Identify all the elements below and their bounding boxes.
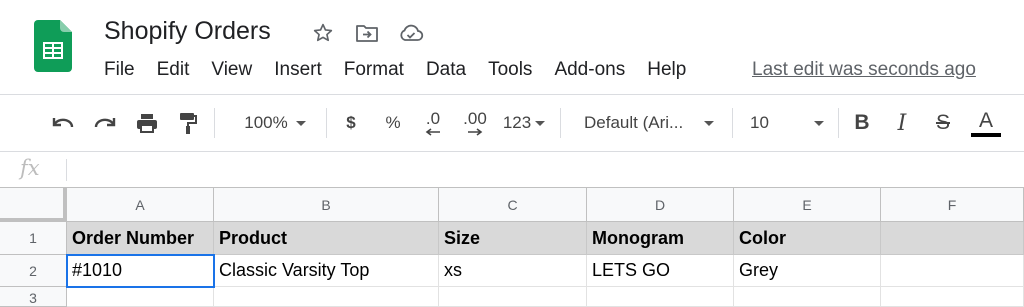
menu-tools[interactable]: Tools xyxy=(488,58,532,82)
currency-format-button[interactable]: $ xyxy=(338,95,364,151)
last-edit-link[interactable]: Last edit was seconds ago xyxy=(752,58,976,82)
formula-divider xyxy=(66,159,67,181)
column-header-c[interactable]: C xyxy=(439,188,587,222)
cell-f2[interactable] xyxy=(881,255,1024,287)
cell-d2[interactable]: LETS GO xyxy=(587,255,734,287)
font-size-select[interactable]: 10 xyxy=(742,95,832,151)
menu-view[interactable]: View xyxy=(211,58,252,82)
cell-f1[interactable] xyxy=(881,222,1024,255)
menu-bar: File Edit View Insert Format Data Tools … xyxy=(104,58,708,82)
text-color-label: A xyxy=(978,109,993,132)
toolbar-divider xyxy=(560,108,561,138)
cell-b1[interactable]: Product xyxy=(214,222,439,255)
zoom-value: 100% xyxy=(244,113,288,132)
column-header-f[interactable]: F xyxy=(881,188,1024,222)
more-formats-label: 123 xyxy=(502,113,532,132)
menu-help[interactable]: Help xyxy=(647,58,686,82)
cell-c2[interactable]: xs xyxy=(439,255,587,287)
select-all-corner[interactable] xyxy=(0,188,67,222)
percent-format-button[interactable]: % xyxy=(380,95,406,151)
italic-button[interactable]: I xyxy=(888,95,916,151)
row-header-3[interactable]: 3 xyxy=(0,287,67,307)
cell-d3[interactable] xyxy=(587,287,734,307)
cell-b3[interactable] xyxy=(214,287,439,307)
menu-data[interactable]: Data xyxy=(426,58,466,82)
bold-button[interactable]: B xyxy=(848,95,876,151)
formula-bar: fx xyxy=(0,152,1024,188)
cell-f3[interactable] xyxy=(881,287,1024,307)
chevron-down-icon xyxy=(814,120,824,126)
column-header-b[interactable]: B xyxy=(214,188,439,222)
column-header-e[interactable]: E xyxy=(734,188,881,222)
arrow-right-icon xyxy=(468,128,483,136)
paint-format-icon[interactable] xyxy=(174,95,202,151)
toolbar-divider xyxy=(732,108,733,138)
column-header-a[interactable]: A xyxy=(67,188,214,222)
cell-a2[interactable]: #1010 xyxy=(67,255,214,287)
font-size-value: 10 xyxy=(750,113,769,132)
redo-icon[interactable] xyxy=(90,95,120,151)
undo-icon[interactable] xyxy=(48,95,78,151)
cell-e2[interactable]: Grey xyxy=(734,255,881,287)
row-header-2[interactable]: 2 xyxy=(0,255,67,287)
cell-d1[interactable]: Monogram xyxy=(587,222,734,255)
cell-c3[interactable] xyxy=(439,287,587,307)
column-header-d[interactable]: D xyxy=(587,188,734,222)
text-color-swatch xyxy=(971,133,1001,137)
cell-e1[interactable]: Color xyxy=(734,222,881,255)
zoom-select[interactable]: 100% xyxy=(230,95,320,151)
cloud-saved-icon[interactable] xyxy=(398,20,424,46)
row-header-1[interactable]: 1 xyxy=(0,222,67,255)
increase-decimal-label: .00 xyxy=(463,109,487,128)
sheets-logo-icon[interactable] xyxy=(34,20,72,72)
star-icon[interactable] xyxy=(310,20,336,46)
font-family-select[interactable]: Default (Ari... xyxy=(576,95,722,151)
menu-add-ons[interactable]: Add-ons xyxy=(554,58,625,82)
toolbar-divider xyxy=(838,108,839,138)
chevron-down-icon xyxy=(704,120,714,126)
decrease-decimal-label: .0 xyxy=(425,109,441,128)
fx-icon: fx xyxy=(20,156,40,180)
menu-format[interactable]: Format xyxy=(344,58,404,82)
toolbar-divider xyxy=(326,108,327,138)
cell-a1[interactable]: Order Number xyxy=(67,222,214,255)
move-to-folder-icon[interactable] xyxy=(354,20,380,46)
print-icon[interactable] xyxy=(132,95,162,151)
increase-decimal-button[interactable]: .00 xyxy=(458,95,492,151)
cell-c1[interactable]: Size xyxy=(439,222,587,255)
spreadsheet-grid: A B C D E F 1 2 3 Order Number Product S… xyxy=(0,188,1024,307)
document-title[interactable]: Shopify Orders xyxy=(104,16,271,46)
menu-edit[interactable]: Edit xyxy=(157,58,190,82)
cell-e3[interactable] xyxy=(734,287,881,307)
font-family-value: Default (Ari... xyxy=(584,113,684,132)
decrease-decimal-button[interactable]: .0 xyxy=(418,95,448,151)
text-color-button[interactable]: A xyxy=(968,95,1004,151)
menu-file[interactable]: File xyxy=(104,58,135,82)
toolbar: 100% $ % .0 .00 123 Default (Ari... 10 B… xyxy=(0,94,1024,152)
toolbar-divider xyxy=(214,108,215,138)
title-actions xyxy=(310,20,424,46)
cell-b2[interactable]: Classic Varsity Top xyxy=(214,255,439,287)
menu-insert[interactable]: Insert xyxy=(274,58,322,82)
strikethrough-button[interactable]: S xyxy=(928,95,958,151)
arrow-left-icon xyxy=(425,128,440,136)
chevron-down-icon xyxy=(295,120,306,126)
more-formats-select[interactable]: 123 xyxy=(498,95,550,151)
chevron-down-icon xyxy=(535,120,546,126)
cell-a3[interactable] xyxy=(67,287,214,307)
